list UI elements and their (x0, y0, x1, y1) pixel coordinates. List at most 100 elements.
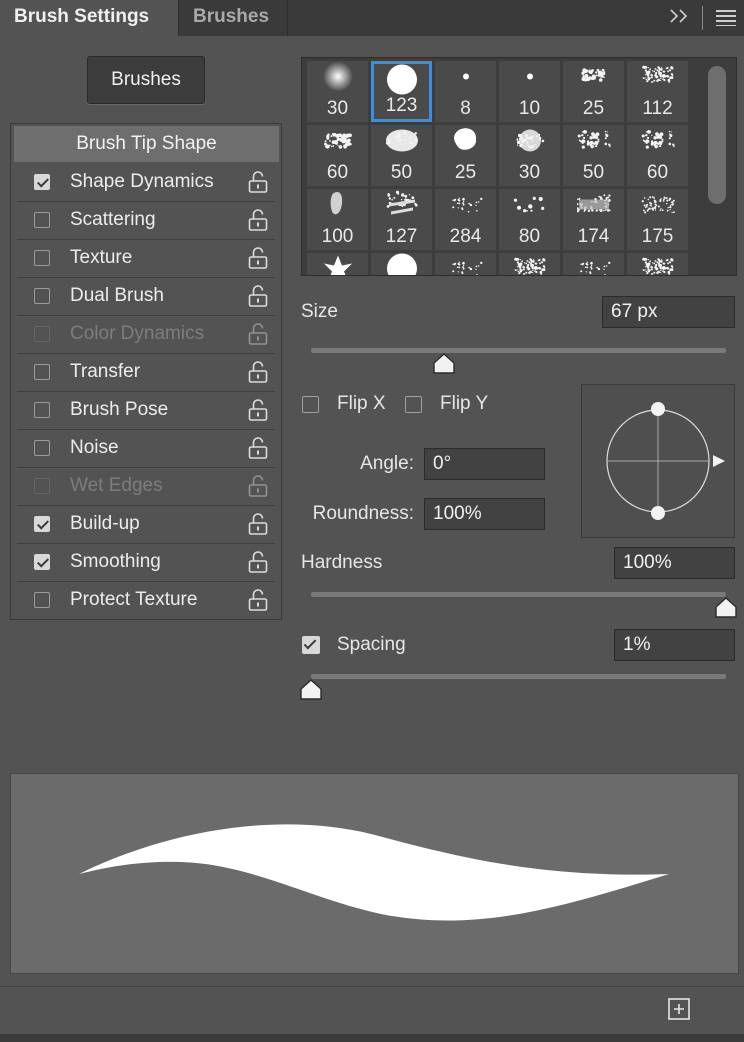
brush-tip-preview-icon (385, 252, 419, 275)
option-noise[interactable]: Noise (11, 430, 281, 468)
lock-open-icon[interactable] (247, 436, 269, 465)
angle-roundness-widget[interactable] (581, 384, 735, 538)
lock-open-icon[interactable] (247, 588, 269, 617)
brush-preset-3[interactable]: 10 (499, 61, 560, 122)
hardness-slider-thumb[interactable] (714, 597, 738, 619)
size-field[interactable]: 67 px (602, 296, 735, 328)
brush-preset-13[interactable]: 127 (371, 189, 432, 250)
brush-tip-preview-icon (385, 124, 419, 163)
brush-preset-20[interactable] (435, 252, 496, 275)
color-dynamics-checkbox[interactable] (34, 326, 50, 342)
brush-size-label: 100 (321, 226, 354, 247)
spacing-label: Spacing (337, 634, 406, 655)
brush-preset-21[interactable] (499, 253, 560, 275)
brush-preset-23[interactable] (627, 253, 688, 275)
option-protect-texture[interactable]: Protect Texture (11, 582, 281, 620)
preset-scrollbar[interactable] (708, 66, 726, 204)
hardness-field[interactable]: 100% (614, 547, 735, 579)
brush-preset-19[interactable] (371, 252, 432, 275)
option-wet-edges[interactable]: Wet Edges (11, 468, 281, 506)
brush-tip-preview-icon (449, 252, 483, 275)
shape-dynamics-checkbox[interactable] (34, 174, 50, 190)
brush-size-label: 123 (385, 95, 418, 116)
brush-preset-7[interactable]: 50 (371, 125, 432, 186)
brush-preset-9[interactable]: 30 (499, 125, 560, 186)
brush-preset-22[interactable] (563, 253, 624, 275)
lock-open-icon[interactable] (247, 550, 269, 579)
flip-y-checkbox[interactable] (405, 396, 422, 413)
brush-preset-1[interactable]: 123 (371, 61, 432, 122)
option-dual-brush[interactable]: Dual Brush (11, 278, 281, 316)
tab-brushes[interactable]: Brushes (178, 0, 288, 36)
option-color-dynamics[interactable]: Color Dynamics (11, 316, 281, 354)
spacing-field[interactable]: 1% (614, 629, 735, 661)
brush-preset-10[interactable]: 50 (563, 125, 624, 186)
brush-preset-16[interactable]: 174 (563, 189, 624, 250)
brush-preset-12[interactable]: 100 (307, 189, 368, 250)
scattering-checkbox[interactable] (34, 212, 50, 228)
option-texture[interactable]: Texture (11, 240, 281, 278)
flip-x-checkbox[interactable] (302, 396, 319, 413)
brush-preset-5[interactable]: 112 (627, 61, 688, 122)
protect-texture-checkbox[interactable] (34, 592, 50, 608)
option-scattering[interactable]: Scattering (11, 202, 281, 240)
brush-preset-18[interactable] (307, 253, 368, 275)
hamburger-menu-icon[interactable] (716, 10, 736, 26)
angle-label: Angle: (360, 453, 414, 474)
brush-preset-11[interactable]: 60 (627, 125, 688, 186)
lock-open-icon[interactable] (247, 322, 269, 351)
spacing-slider-thumb[interactable] (299, 679, 323, 701)
new-brush-icon[interactable] (667, 997, 691, 1021)
lock-open-icon[interactable] (247, 512, 269, 541)
smoothing-checkbox[interactable] (34, 554, 50, 570)
option-brush-pose[interactable]: Brush Pose (11, 392, 281, 430)
spacing-checkbox[interactable] (302, 636, 320, 654)
brush-tip-preview-icon (513, 60, 547, 99)
option-smoothing[interactable]: Smoothing (11, 544, 281, 582)
brushes-button[interactable]: Brushes (87, 56, 205, 104)
lock-open-icon[interactable] (247, 208, 269, 237)
option-build-up[interactable]: Build-up (11, 506, 281, 544)
lock-open-icon[interactable] (247, 170, 269, 199)
angle-field[interactable]: 0° (424, 448, 545, 480)
lock-open-icon[interactable] (247, 246, 269, 275)
size-slider-track[interactable] (311, 348, 726, 353)
size-slider-thumb[interactable] (432, 353, 456, 375)
wet-edges-checkbox[interactable] (34, 478, 50, 494)
brush-tip-preview-icon (641, 124, 675, 163)
brush-tip-preview-icon (321, 60, 355, 99)
lock-open-icon[interactable] (247, 284, 269, 313)
brush-preset-17[interactable]: 175 (627, 189, 688, 250)
option-shape-dynamics[interactable]: Shape Dynamics (11, 164, 281, 202)
brush-size-label: 284 (449, 226, 482, 247)
tab-brush-settings[interactable]: Brush Settings (0, 0, 178, 36)
brush-preset-8[interactable]: 25 (435, 125, 496, 186)
brush-preset-2[interactable]: 8 (435, 61, 496, 122)
option-label: Brush Pose (70, 399, 169, 420)
noise-checkbox[interactable] (34, 440, 50, 456)
bottom-grip[interactable] (0, 1034, 744, 1042)
lock-open-icon[interactable] (247, 398, 269, 427)
brush-preset-14[interactable]: 284 (435, 189, 496, 250)
brush-tip-shape-item[interactable]: Brush Tip Shape (14, 126, 279, 162)
lock-open-icon[interactable] (247, 474, 269, 503)
brush-preset-grid: 30 123 8 10 25 112 60 50 25 30 50 60 100 127 284 80 174 1… (301, 57, 737, 276)
spacing-slider-track[interactable] (311, 674, 726, 679)
roundness-field[interactable]: 100% (424, 498, 545, 530)
texture-checkbox[interactable] (34, 250, 50, 266)
brush-tip-preview-icon (321, 124, 355, 163)
hardness-slider-track[interactable] (311, 592, 726, 597)
brush-preset-6[interactable]: 60 (307, 125, 368, 186)
double-chevron-right-icon[interactable] (668, 6, 692, 30)
transfer-checkbox[interactable] (34, 364, 50, 380)
dual-brush-checkbox[interactable] (34, 288, 50, 304)
brush-preset-4[interactable]: 25 (563, 61, 624, 122)
brush-preset-0[interactable]: 30 (307, 61, 368, 122)
brush-size-label: 112 (642, 98, 673, 119)
brush-pose-checkbox[interactable] (34, 402, 50, 418)
option-transfer[interactable]: Transfer (11, 354, 281, 392)
angle-circle-icon[interactable] (582, 385, 734, 537)
lock-open-icon[interactable] (247, 360, 269, 389)
build-up-checkbox[interactable] (34, 516, 50, 532)
brush-preset-15[interactable]: 80 (499, 189, 560, 250)
